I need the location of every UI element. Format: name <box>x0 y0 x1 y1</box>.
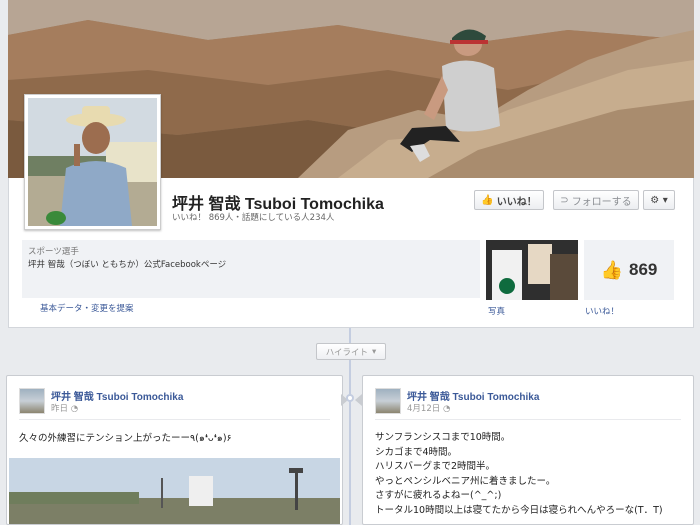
post-date[interactable]: 昨日 ◔ <box>51 402 78 414</box>
globe-icon: ◔ <box>442 404 451 414</box>
thumbs-up-icon: 👍 <box>481 194 494 206</box>
timeline-post: 坪井 智哉 Tsuboi Tomochika 4月12日 ◔ サンフランシスコま… <box>362 375 694 525</box>
like-button-label: いいね！ <box>496 196 537 208</box>
likes-tile[interactable]: 👍 869 <box>584 240 674 300</box>
post-photo[interactable] <box>9 458 340 524</box>
post-date[interactable]: 4月12日 ◔ <box>407 402 450 414</box>
likes-summary: いいね！ 869人・話題にしている人234人 <box>172 213 335 223</box>
ballpark-photo <box>9 458 340 524</box>
page-description: 坪井 智哉（つぼい ともちか）公式Facebookページ <box>28 260 227 270</box>
post-text: 久々の外練習にテンション上がったーー٩(๑❛ᴗ❛๑)۶ <box>19 433 232 444</box>
post-divider <box>375 419 681 420</box>
settings-dropdown-button[interactable]: ⚙ ▾ <box>643 190 675 210</box>
like-count: 869 <box>629 260 658 279</box>
thumbs-up-icon: 👍 <box>600 259 624 281</box>
follow-button[interactable]: ⊃ フォローする <box>553 190 639 210</box>
post-divider <box>19 419 330 420</box>
post-avatar[interactable] <box>375 388 401 414</box>
post-date-text: 昨日 <box>51 404 69 414</box>
seated-person-figure <box>400 29 500 162</box>
highlight-label: ハイライト <box>325 347 369 358</box>
page-category: スポーツ選手 <box>28 247 79 257</box>
rss-icon: ⊃ <box>560 194 569 206</box>
globe-icon: ◔ <box>70 404 79 414</box>
starbucks-cup-photo <box>486 240 578 300</box>
post-avatar[interactable] <box>19 388 45 414</box>
follow-button-label: フォローする <box>571 196 632 208</box>
basic-data-link[interactable]: 基本データ・変更を提案 <box>40 302 134 314</box>
post-date-text: 4月12日 <box>407 404 441 414</box>
post-author[interactable]: 坪井 智哉 Tsuboi Tomochika <box>407 388 539 403</box>
like-button[interactable]: 👍 いいね！ <box>474 190 544 210</box>
photos-label[interactable]: 写真 <box>488 305 505 317</box>
profile-person-figure <box>28 98 157 226</box>
timeline-dot <box>346 394 354 402</box>
post-author[interactable]: 坪井 智哉 Tsuboi Tomochika <box>51 388 183 403</box>
post-text: サンフランシスコまで10時間。 シカゴまで4時間。 ハリスバーグまで2時間半。 … <box>375 432 663 516</box>
timeline-pointer-right <box>355 394 362 406</box>
gear-icon: ⚙ ▾ <box>650 194 668 206</box>
profile-photo <box>28 98 157 226</box>
chevron-down-icon: ▾ <box>372 346 377 357</box>
timeline-post: 坪井 智哉 Tsuboi Tomochika 昨日 ◔ 久々の外練習にテンション… <box>6 375 343 525</box>
likes-label[interactable]: いいね！ <box>585 305 619 317</box>
highlight-filter-button[interactable]: ハイライト ▾ <box>316 343 386 360</box>
profile-picture[interactable] <box>24 94 161 230</box>
photos-tile[interactable] <box>486 240 578 300</box>
